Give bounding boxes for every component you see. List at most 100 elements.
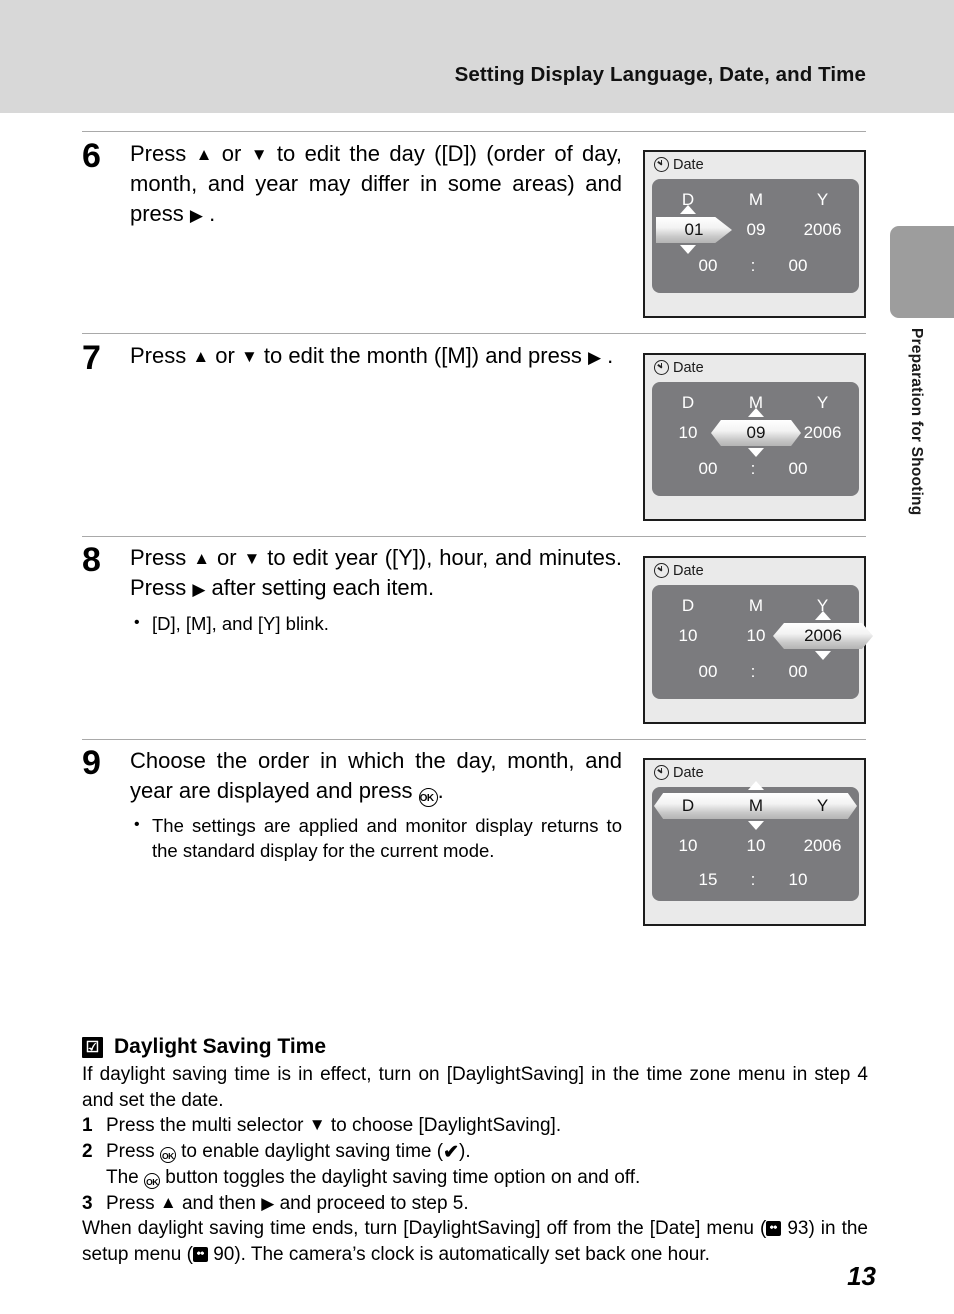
year-field-highlight-8[interactable]: 2006 — [773, 623, 873, 649]
note-item-3: 3 Press ▲ and then ▶ and proceed to step … — [82, 1191, 868, 1217]
lcd-area-8: D M Y 10 10 2006 00 : 00 — [652, 585, 873, 699]
step-divider-9 — [82, 739, 866, 740]
spinner-up-arrow-7 — [748, 408, 764, 417]
note-closing: When daylight saving time ends, turn [Da… — [82, 1216, 868, 1267]
clock-icon — [654, 360, 669, 375]
page-number: 13 — [847, 1261, 876, 1291]
spinner-up-arrow-9 — [748, 781, 764, 790]
screen-title-9-label: Date — [673, 765, 704, 781]
triangle-up-icon: ▲ — [159, 1192, 177, 1212]
camera-screen-step-7: Date D M Y 10 09 2006 00 : 00 — [643, 353, 866, 521]
screen-title-9: Date — [654, 765, 704, 781]
lcd-header-y-7: Y — [816, 393, 829, 412]
lcd-minute-8: 00 — [788, 662, 808, 681]
lcd-hour-9: 15 — [698, 870, 718, 889]
step-6: 6 Press ▲ or ▼ to edit the day ([D]) (or… — [82, 139, 622, 231]
note-closing-a: When daylight saving time ends, turn [Da… — [82, 1218, 767, 1239]
lcd-hour-6: 00 — [698, 256, 718, 275]
step-divider-6 — [82, 131, 866, 132]
step-divider-8 — [82, 536, 866, 537]
step-8-text-a: Press — [130, 545, 194, 570]
lcd-value-d-9: 10 — [678, 836, 698, 855]
step-9-text-a: Choose the order in which the day, month… — [130, 748, 622, 803]
step-9-bullet-1: The settings are applied and monitor dis… — [130, 812, 622, 863]
note-item-3-pre: Press — [106, 1192, 160, 1214]
lcd-value-y-6: 2006 — [803, 220, 842, 239]
lcd-time-row-8: 00 : 00 — [652, 659, 859, 685]
page-header-band — [0, 0, 954, 113]
note-item-3-number: 3 — [82, 1192, 93, 1214]
step-6-number: 6 — [82, 137, 101, 175]
step-7: 7 Press ▲ or ▼ to edit the month ([M]) a… — [82, 339, 622, 377]
lcd-value-d-8: 10 — [678, 626, 698, 645]
step-7-text-c: to edit the month ([M]) and press — [257, 343, 588, 368]
lcd-value-row-8: 10 10 2006 — [652, 611, 873, 660]
camera-screen-step-9: Date D M Y 10 10 2006 15 : 10 — [643, 758, 866, 926]
lcd-value-d-6: 01 — [684, 220, 704, 239]
section-tab — [890, 226, 954, 318]
step-9-text-d: . — [437, 778, 444, 803]
lcd-time-row-6: 00 : 00 — [652, 253, 859, 279]
checkbox-mark-icon: ☑ — [82, 1036, 103, 1058]
note-closing-c: ). The camera’s clock is automatically s… — [234, 1243, 710, 1265]
step-9-bullets: The settings are applied and monitor dis… — [130, 812, 622, 863]
triangle-up-icon: ▲ — [195, 145, 213, 164]
step-7-text-b: or — [209, 343, 241, 368]
page-reference-icon — [192, 1246, 208, 1262]
step-7-text: Press ▲ or ▼ to edit the month ([M]) and… — [130, 341, 622, 373]
lcd-value-y-8: 2006 — [804, 626, 842, 645]
page-title: Setting Display Language, Date, and Time — [454, 63, 866, 86]
step-8-number: 8 — [82, 541, 101, 579]
screen-title-8: Date — [654, 563, 704, 579]
lcd-value-y-7: 2006 — [803, 423, 842, 442]
clock-icon — [654, 563, 669, 578]
note-item-1-pre: Press the multi selector — [106, 1115, 309, 1136]
lcd-area-9: D M Y 10 10 2006 15 : 10 — [652, 781, 859, 901]
lcd-value-row-7: 10 09 2006 — [652, 408, 859, 457]
step-8: 8 Press ▲ or ▼ to edit year ([Y]), hour,… — [82, 543, 622, 636]
lcd-area-6: D M Y 01 09 2006 00 : 00 — [652, 179, 859, 293]
lcd-value-m-6: 09 — [746, 220, 766, 239]
note-item-3-post: and proceed to step 5. — [274, 1192, 469, 1214]
triangle-right-icon: ▶ — [192, 580, 206, 599]
lcd-area-7: D M Y 10 09 2006 00 : 00 — [652, 382, 859, 496]
clock-icon — [654, 157, 669, 172]
note-item-1-number: 1 — [82, 1115, 93, 1136]
day-field-highlight-6[interactable]: 01 — [656, 217, 732, 243]
lcd-header-d-7: D — [681, 393, 695, 412]
triangle-up-icon: ▲ — [192, 347, 210, 366]
lcd-value-row-6: 01 09 2006 — [652, 205, 859, 254]
lcd-hour-7: 00 — [698, 459, 718, 478]
step-6-text-d: . — [203, 201, 216, 226]
screen-title-6-label: Date — [673, 157, 704, 173]
note-heading: ☑ Daylight Saving Time — [82, 1035, 868, 1059]
note-item-2-number: 2 — [82, 1140, 93, 1162]
spinner-up-arrow-8 — [815, 611, 831, 620]
lcd-header-m-9: M — [748, 796, 764, 815]
note-item-2: 2 Press OK to enable daylight saving time… — [82, 1139, 868, 1166]
ok-button-icon: OK — [159, 1146, 176, 1163]
step-9-number: 9 — [82, 744, 101, 782]
screen-title-6: Date — [654, 157, 704, 173]
note-sub-pre: The — [106, 1167, 145, 1188]
order-row-labels-9: D M Y — [652, 793, 859, 819]
lcd-value-m-9: 10 — [746, 836, 766, 855]
step-8-bullet-1: [D], [M], and [Y] blink. — [130, 610, 622, 636]
lcd-header-d-9: D — [681, 796, 695, 815]
lcd-value-y-9: 2006 — [803, 836, 842, 855]
note-intro: If daylight saving time is in effect, tu… — [82, 1064, 868, 1111]
triangle-right-icon: ▶ — [189, 206, 203, 225]
triangle-down-icon: ▼ — [308, 1115, 326, 1134]
step-7-number: 7 — [82, 339, 101, 377]
triangle-down-icon: ▼ — [243, 549, 261, 568]
triangle-down-icon: ▼ — [250, 145, 268, 164]
step-6-text-a: Press — [130, 141, 196, 166]
lcd-header-d-8: D — [681, 596, 695, 615]
lcd-value-m-7: 09 — [746, 423, 766, 442]
note-closing-ref2: 90 — [213, 1243, 235, 1265]
lcd-time-row-7: 00 : 00 — [652, 456, 859, 482]
camera-screen-step-6: Date D M Y 01 09 2006 00 : 00 — [643, 150, 866, 318]
step-8-text-d: after setting each item. — [205, 575, 435, 600]
lcd-hour-8: 00 — [698, 662, 718, 681]
lcd-minute-7: 00 — [788, 459, 808, 478]
